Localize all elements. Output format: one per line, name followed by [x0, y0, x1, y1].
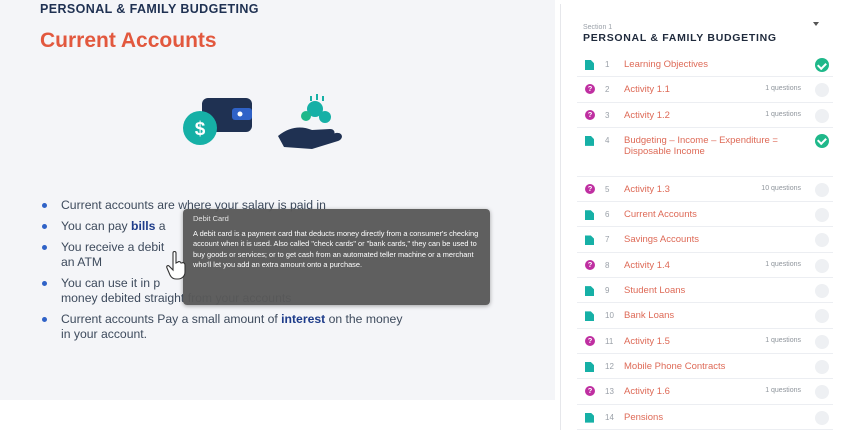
question-count: 1 questions — [765, 85, 801, 93]
section-title[interactable]: PERSONAL & FAMILY BUDGETING — [583, 32, 777, 44]
quiz-question-icon: ? — [585, 84, 595, 95]
lesson-number: 13 — [605, 387, 614, 397]
lesson-title-link[interactable]: Student Loans — [624, 285, 789, 297]
bullet-dot — [42, 203, 47, 208]
bullet-dot — [42, 317, 47, 322]
lesson-number: 6 — [605, 210, 610, 220]
incomplete-status-icon — [815, 208, 829, 223]
lesson-number: 5 — [605, 184, 610, 194]
incomplete-status-icon — [815, 410, 829, 425]
lesson-title-link[interactable]: Savings Accounts — [624, 234, 789, 246]
incomplete-status-icon — [815, 258, 829, 273]
sidebar-lesson-item[interactable]: ? 2 Activity 1.1 1 questions — [577, 77, 833, 103]
sidebar-lesson-item[interactable]: 9 Student Loans — [577, 278, 833, 304]
sidebar-lesson-item[interactable]: 7 Savings Accounts — [577, 227, 833, 253]
document-icon — [585, 361, 594, 372]
question-count: 1 questions — [765, 260, 801, 268]
question-count: 1 questions — [765, 110, 801, 118]
sidebar-lesson-item[interactable]: ? 5 Activity 1.3 10 questions — [577, 177, 833, 203]
lesson-number: 2 — [605, 85, 610, 95]
lesson-number: 3 — [605, 110, 610, 120]
lesson-title-link[interactable]: Pensions — [624, 412, 789, 424]
sidebar-lesson-item[interactable]: 14 Pensions — [577, 405, 833, 430]
incomplete-status-icon — [815, 83, 829, 98]
keyword-link-interest[interactable]: interest — [281, 312, 325, 326]
lesson-number: 7 — [605, 235, 610, 245]
section-label: Section 1 — [583, 24, 613, 31]
quiz-question-icon: ? — [585, 386, 595, 397]
course-sidebar: Section 1 PERSONAL & FAMILY BUDGETING 1 L… — [560, 4, 840, 430]
document-icon — [585, 60, 594, 70]
tooltip-title: Debit Card — [193, 214, 229, 223]
sidebar-lesson-item[interactable]: 1 Learning Objectives — [577, 52, 833, 78]
lesson-number: 9 — [605, 286, 610, 296]
hero-illustration: $ — [183, 94, 342, 149]
tooltip-body: A debit card is a payment card that dedu… — [193, 229, 479, 270]
quiz-question-icon: ? — [585, 109, 595, 120]
bullet-dot — [42, 281, 47, 286]
lesson-content: PERSONAL & FAMILY BUDGETING Current Acco… — [0, 0, 555, 400]
sidebar-lesson-item[interactable]: ? 8 Activity 1.4 1 questions — [577, 253, 833, 279]
sidebar-lesson-item[interactable]: ? 3 Activity 1.2 1 questions — [577, 103, 833, 128]
course-title: PERSONAL & FAMILY BUDGETING — [40, 2, 259, 16]
sidebar-lesson-item[interactable]: 10 Bank Loans — [577, 303, 833, 329]
incomplete-status-icon — [815, 309, 829, 324]
glossary-tooltip: Debit Card A debit card is a payment car… — [183, 209, 490, 305]
bullet-dot — [42, 224, 47, 229]
lesson-title-link[interactable]: Current Accounts — [624, 209, 789, 221]
question-count: 10 questions — [761, 184, 801, 192]
hand-holding-money-icon — [278, 94, 342, 149]
sidebar-lesson-item[interactable]: ? 13 Activity 1.6 1 questions — [577, 379, 833, 405]
question-count: 1 questions — [765, 336, 801, 344]
lesson-number: 8 — [605, 260, 610, 270]
wallet-with-dollar-coin-icon: $ — [183, 98, 252, 145]
lesson-title-link[interactable]: Learning Objectives — [624, 59, 789, 71]
incomplete-status-icon — [815, 359, 829, 374]
bullet-dot — [42, 245, 47, 250]
document-icon — [585, 311, 594, 322]
page-title: Current Accounts — [40, 29, 217, 52]
completed-check-icon — [815, 58, 829, 72]
lesson-title-link[interactable]: Mobile Phone Contracts — [624, 361, 789, 373]
lesson-number: 14 — [605, 412, 614, 422]
incomplete-status-icon — [815, 233, 829, 248]
document-icon — [585, 286, 594, 297]
lesson-number: 11 — [605, 336, 614, 346]
lesson-title-link[interactable]: Budgeting – Income – Expenditure = Dispo… — [624, 135, 789, 158]
question-count: 1 questions — [765, 387, 801, 395]
incomplete-status-icon — [815, 284, 829, 299]
document-icon — [585, 235, 594, 246]
document-icon — [585, 210, 594, 221]
sidebar-lesson-item[interactable]: 12 Mobile Phone Contracts — [577, 354, 833, 380]
lesson-title-link[interactable]: Bank Loans — [624, 310, 789, 322]
incomplete-status-icon — [815, 334, 829, 349]
keyword-link-bills[interactable]: bills — [131, 219, 155, 233]
incomplete-status-icon — [815, 385, 829, 400]
lesson-number: 12 — [605, 361, 614, 371]
document-icon — [585, 412, 594, 423]
lesson-number: 10 — [605, 311, 614, 321]
chevron-down-icon[interactable] — [813, 22, 819, 26]
bullet-item: Current accounts Pay a small amount of i… — [40, 312, 510, 342]
quiz-question-icon: ? — [585, 259, 595, 270]
lesson-list: 1 Learning Objectives? 2 Activity 1.1 1 ques… — [577, 52, 833, 430]
sidebar-lesson-item[interactable]: ? 11 Activity 1.5 1 questions — [577, 329, 833, 354]
incomplete-status-icon — [815, 108, 829, 123]
completed-check-icon — [815, 133, 829, 148]
sidebar-lesson-item[interactable]: 4 Budgeting – Income – Expenditure = Disp… — [577, 128, 833, 177]
svg-text:$: $ — [195, 119, 206, 140]
lesson-number: 4 — [605, 135, 610, 145]
mouse-cursor-icon — [166, 250, 186, 280]
document-icon — [585, 135, 594, 146]
sidebar-lesson-item[interactable]: 6 Current Accounts — [577, 202, 833, 228]
lesson-number: 1 — [605, 60, 610, 69]
quiz-question-icon: ? — [585, 335, 595, 346]
incomplete-status-icon — [815, 182, 829, 197]
quiz-question-icon: ? — [585, 183, 595, 194]
